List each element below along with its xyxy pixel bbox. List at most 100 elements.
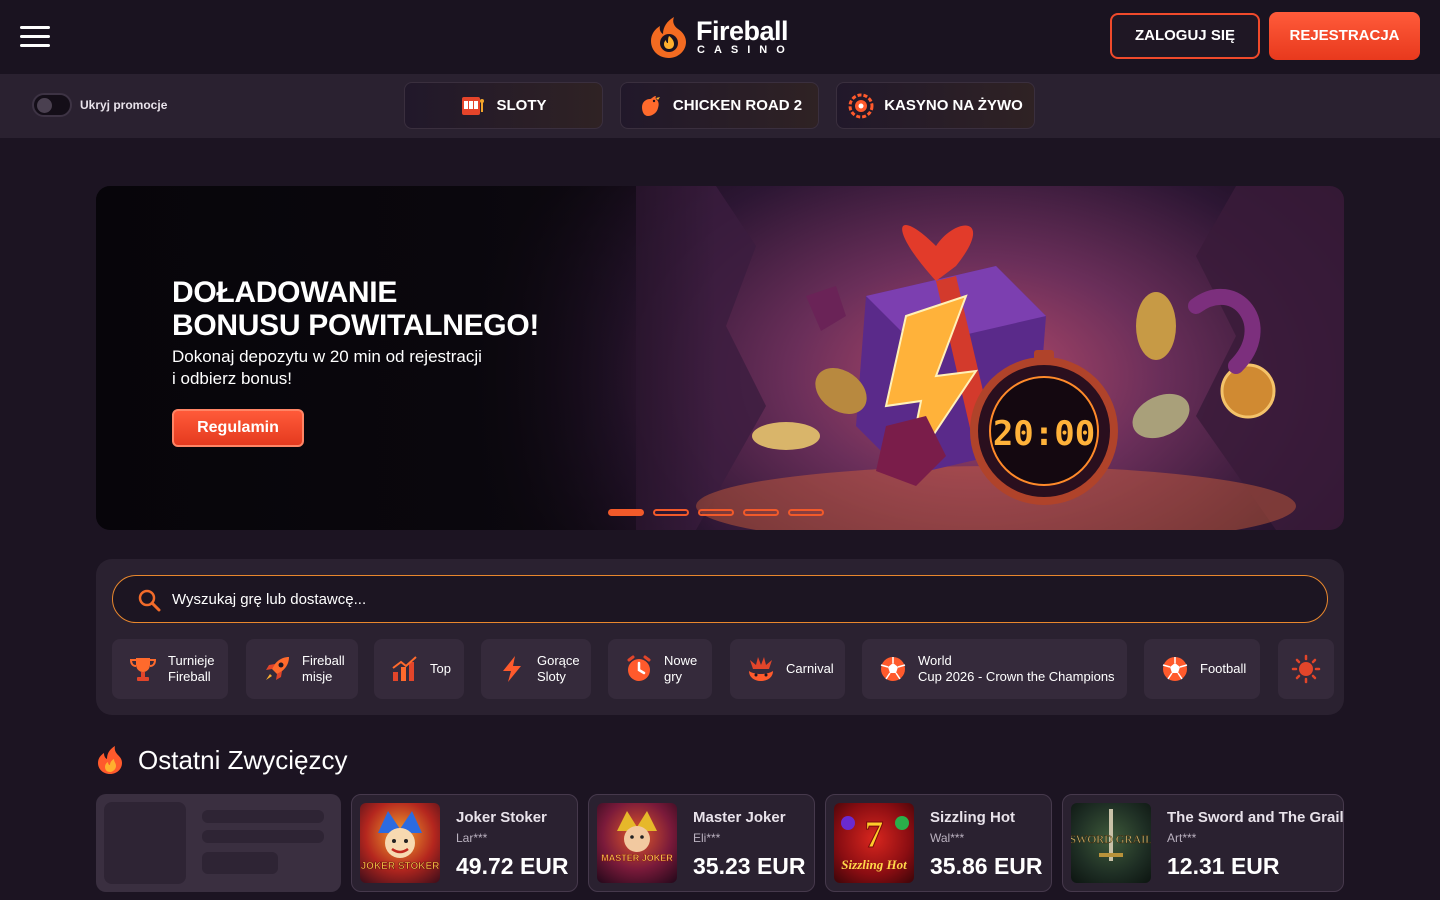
quicklink-live-casino[interactable]: KASYNO NA ŻYWO xyxy=(836,82,1035,129)
category-new-games-line1: Nowe xyxy=(664,653,698,668)
category-new-games-line2: gry xyxy=(664,669,683,684)
category-hot-slots[interactable]: Gorące Sloty xyxy=(481,639,591,699)
thumb-label: MASTER JOKER xyxy=(601,853,673,863)
carousel-dot-1[interactable] xyxy=(608,509,644,516)
hero-title-line2: BONUSU POWITALNEGO! xyxy=(172,309,540,342)
sword-icon: SWORD GRAIL xyxy=(1071,809,1151,861)
hero-title: DOŁADOWANIE BONUSU POWITALNEGO! xyxy=(172,276,632,342)
hide-promos-toggle[interactable] xyxy=(32,93,72,117)
category-top[interactable]: Top xyxy=(374,639,464,699)
soccer-ball-icon xyxy=(880,657,906,681)
logo-subtitle: CASINO xyxy=(697,44,794,56)
rocket-icon xyxy=(266,657,289,680)
hero-banner[interactable]: 20:00 DOŁADOWANIE BONUSU POWITALNEGO! Do… xyxy=(96,186,1344,530)
game-thumbnail-sword-grail: SWORD GRAIL xyxy=(1071,803,1151,883)
chicken-icon xyxy=(641,95,660,116)
carousel-dot-3[interactable] xyxy=(698,509,734,516)
game-thumbnail-sizzling-hot: 7 Sizzling Hot xyxy=(834,803,914,883)
category-world-cup-line1: World xyxy=(918,653,952,668)
category-world-cup[interactable]: World Cup 2026 - Crown the Champions xyxy=(862,639,1127,699)
category-carnival[interactable]: Carnival xyxy=(730,639,845,699)
thumb-label: JOKER STOKER xyxy=(361,861,440,872)
category-missions[interactable]: Fireball misje xyxy=(246,639,358,699)
joker-face-icon: JOKER STOKER xyxy=(360,811,440,872)
category-new-games[interactable]: Nowe gry xyxy=(608,639,712,699)
game-thumbnail-joker-stoker: JOKER STOKER xyxy=(360,803,440,883)
category-carnival-label: Carnival xyxy=(786,661,834,676)
login-button[interactable]: ZALOGUJ SIĘ xyxy=(1110,13,1260,59)
quicklink-slots-label: SLOTY xyxy=(496,97,547,114)
svg-text:7: 7 xyxy=(865,814,884,856)
winner-card-skeleton xyxy=(96,794,341,892)
winner-card[interactable]: MASTER JOKER Master Joker Eli*** 35.23 E… xyxy=(588,794,815,892)
carousel-dot-5[interactable] xyxy=(788,509,824,516)
terms-button[interactable]: Regulamin xyxy=(172,409,304,447)
category-tournaments[interactable]: Turnieje Fireball xyxy=(112,639,228,699)
winner-username: Eli*** xyxy=(693,831,721,845)
chart-icon xyxy=(392,656,417,681)
category-world-cup-line2: Cup 2026 - Crown the Champions xyxy=(918,669,1115,684)
category-hot-slots-line1: Gorące xyxy=(537,653,580,668)
flame-icon xyxy=(98,746,122,774)
carousel-dot-2[interactable] xyxy=(653,509,689,516)
skeleton-line xyxy=(202,830,324,843)
category-tournaments-line1: Turnieje xyxy=(168,653,215,668)
search-placeholder: Wyszukaj grę lub dostawcę... xyxy=(172,591,367,608)
skeleton-line xyxy=(202,810,324,823)
soccer-ball-icon xyxy=(1162,657,1188,681)
winner-card[interactable]: JOKER STOKER Joker Stoker Lar*** 49.72 E… xyxy=(351,794,578,892)
trophy-icon xyxy=(129,658,157,681)
quicklink-live-casino-label: KASYNO NA ŻYWO xyxy=(884,97,1023,114)
search-input[interactable]: Wyszukaj grę lub dostawcę... xyxy=(112,575,1328,623)
promo-bar: Ukryj promocje SLOTY CHICKEN ROAD 2 KASY… xyxy=(0,74,1440,138)
carousel-dot-4[interactable] xyxy=(743,509,779,516)
menu-hamburger-icon[interactable] xyxy=(20,26,50,48)
category-tournaments-line2: Fireball xyxy=(168,669,211,684)
register-button[interactable]: REJESTRACJA xyxy=(1269,12,1420,60)
thumb-label: SWORD GRAIL xyxy=(1071,832,1151,846)
toggle-knob xyxy=(37,98,52,113)
lucky-seven-icon: 7 Sizzling Hot xyxy=(841,814,909,872)
hero-title-line1: DOŁADOWANIE xyxy=(172,276,398,309)
category-hot-slots-line2: Sloty xyxy=(537,669,566,684)
quicklink-chicken-road-label: CHICKEN ROAD 2 xyxy=(672,97,803,114)
game-thumbnail-master-joker: MASTER JOKER xyxy=(597,803,677,883)
winner-game-name: The Sword and The Grail xyxy=(1167,809,1344,826)
thumb-label: Sizzling Hot xyxy=(841,857,907,872)
winner-username: Art*** xyxy=(1167,831,1197,845)
category-football[interactable]: Football xyxy=(1144,639,1260,699)
winner-amount: 35.23 EUR xyxy=(693,853,806,879)
quicklink-chicken-road[interactable]: CHICKEN ROAD 2 xyxy=(620,82,819,129)
category-football-label: Football xyxy=(1200,661,1247,676)
logo-wordmark: Fireball xyxy=(696,16,789,46)
winner-username: Wal*** xyxy=(930,831,965,845)
category-top-label: Top xyxy=(430,661,451,676)
skeleton-thumb xyxy=(104,802,186,884)
winner-card[interactable]: 7 Sizzling Hot Sizzling Hot Wal*** 35.86… xyxy=(825,794,1052,892)
category-missions-line2: misje xyxy=(302,669,333,684)
winners-header: Ostatni Zwycięzcy xyxy=(96,744,348,776)
top-header: Fireball CASINO ZALOGUJ SIĘ REJESTRACJA xyxy=(0,0,1440,74)
lightning-icon xyxy=(503,656,521,682)
winner-game-name: Sizzling Hot xyxy=(930,809,1015,826)
hero-description: Dokonaj depozytu w 20 min od rejestracji… xyxy=(172,346,532,390)
sun-icon xyxy=(1291,654,1321,684)
winner-amount: 12.31 EUR xyxy=(1167,853,1280,879)
winner-card[interactable]: SWORD GRAIL The Sword and The Grail Art*… xyxy=(1062,794,1344,892)
slot-machine-icon xyxy=(462,96,485,115)
roulette-icon xyxy=(848,93,874,118)
joker-face-icon: MASTER JOKER xyxy=(601,811,674,863)
category-more[interactable] xyxy=(1278,639,1334,699)
search-panel: Wyszukaj grę lub dostawcę... Turnieje Fir… xyxy=(96,559,1344,715)
hero-gift-illustration: 20:00 xyxy=(636,186,1344,530)
quicklink-slots[interactable]: SLOTY xyxy=(404,82,603,129)
category-missions-line1: Fireball xyxy=(302,653,345,668)
hero-text-line1: Dokonaj depozytu w 20 min od rejestracji xyxy=(172,347,482,366)
skeleton-line xyxy=(202,852,278,874)
winner-username: Lar*** xyxy=(456,831,488,845)
carousel-pagination xyxy=(608,509,833,516)
fireball-casino-logo[interactable]: Fireball CASINO xyxy=(648,16,798,60)
clock-icon xyxy=(627,655,651,681)
hero-timer-text: 20:00 xyxy=(993,414,1095,454)
winner-amount: 49.72 EUR xyxy=(456,853,569,879)
